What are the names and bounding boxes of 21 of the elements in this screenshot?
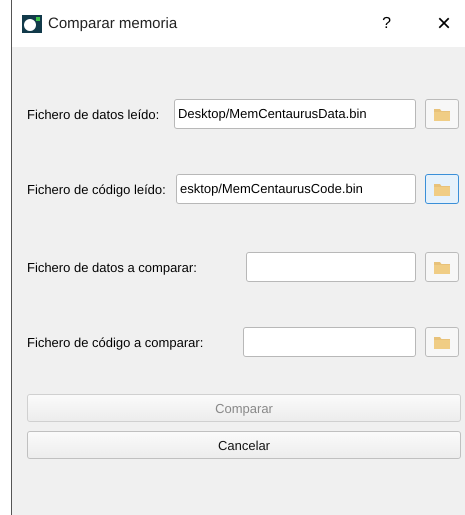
folder-icon — [434, 182, 450, 196]
browse-folder-button[interactable] — [425, 327, 459, 357]
app-logo-icon — [22, 14, 42, 32]
folder-icon — [434, 260, 450, 274]
field-label: Fichero de código a comparar: — [27, 334, 204, 350]
folder-icon — [434, 108, 450, 120]
browse-folder-button[interactable] — [425, 99, 459, 129]
file-path-field[interactable] — [246, 252, 416, 282]
window-title: Comparar memoria — [48, 15, 178, 32]
file-path-field[interactable]: Desktop/MemCentaurusData.bin — [174, 99, 416, 129]
field-label: Fichero de datos a comparar: — [27, 260, 198, 274]
file-path-field[interactable]: esktop/MemCentaurusCode.bin — [176, 174, 416, 204]
browse-folder-button[interactable] — [425, 174, 459, 204]
folder-icon — [434, 336, 450, 348]
file-path-field[interactable] — [243, 327, 416, 357]
help-button[interactable]: ? — [382, 14, 391, 32]
field-label: Fichero de código leído: — [27, 182, 167, 196]
close-button[interactable]: × — [436, 10, 451, 38]
field-label: Fichero de datos leído: — [27, 106, 160, 122]
browse-folder-button[interactable] — [425, 252, 459, 282]
cancel-button[interactable]: Cancelar — [27, 431, 461, 459]
